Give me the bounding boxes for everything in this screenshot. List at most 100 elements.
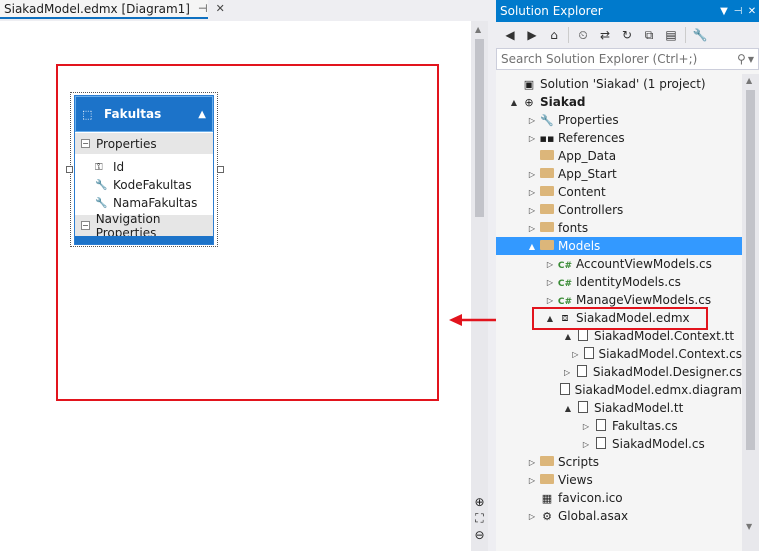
tree-item[interactable]: App_Data	[496, 147, 742, 165]
home-icon[interactable]: ⌂	[546, 28, 562, 42]
show-all-files-icon[interactable]: ▤	[663, 28, 679, 42]
panel-title: Solution Explorer	[500, 4, 603, 18]
tree-item[interactable]: ▷ SiakadModel.Context.cs	[496, 345, 742, 363]
file-icon	[558, 382, 572, 398]
tree-item[interactable]: ▲ Models	[496, 237, 742, 255]
folder-icon	[538, 149, 556, 163]
expander-icon[interactable]: ▷	[526, 170, 538, 179]
tree-item-label: fonts	[558, 221, 589, 235]
collapse-all-icon[interactable]: ⧉	[641, 28, 657, 43]
csharp-file-icon: C#	[557, 260, 573, 271]
tree-item[interactable]: ▷ Controllers	[496, 201, 742, 219]
tree-item[interactable]: ▷ C# AccountViewModels.cs	[496, 255, 742, 273]
tree-vertical-scrollbar[interactable]: ▲ ▼	[742, 74, 759, 551]
tree-item-label: References	[558, 131, 625, 145]
chevron-down-icon[interactable]: ▼	[746, 55, 754, 64]
web-project-icon: ⊕	[524, 95, 534, 109]
expander-icon[interactable]: ▷	[526, 188, 538, 197]
pin-icon[interactable]: ⊣	[198, 2, 208, 15]
history-icon[interactable]: ⏲	[575, 28, 591, 43]
tree-item[interactable]: ▷ Views	[496, 471, 742, 489]
search-input[interactable]: Search Solution Explorer (Ctrl+;) ⚲ ▼	[496, 48, 759, 70]
expander-icon[interactable]: ▷	[526, 206, 538, 215]
canvas-vertical-scrollbar[interactable]: ▲	[471, 21, 488, 551]
tree-item-label: SiakadModel.Context.tt	[594, 329, 735, 343]
close-tab-icon[interactable]: ✕	[216, 2, 225, 15]
tree-item-label: ManageViewModels.cs	[576, 293, 712, 307]
document-tab-title: SiakadModel.edmx [Diagram1]	[4, 1, 190, 16]
expander-icon[interactable]: ▷	[580, 440, 592, 449]
tree-item[interactable]: ▷ Content	[496, 183, 742, 201]
tree-item-label: App_Data	[558, 149, 617, 163]
zoom-in-icon[interactable]: ⊕	[474, 495, 484, 509]
document-tab[interactable]: SiakadModel.edmx [Diagram1] ⊣ ✕	[0, 0, 225, 19]
expander-icon[interactable]: ▷	[544, 296, 556, 305]
csharp-file-icon: C#	[557, 278, 573, 289]
expander-icon[interactable]: ▷	[526, 116, 538, 125]
expander-icon[interactable]: ▲	[526, 242, 538, 251]
tree-item[interactable]: ▷ C# IdentityModels.cs	[496, 273, 742, 291]
back-icon[interactable]: ◀	[502, 28, 518, 42]
auto-hide-icon[interactable]: ⊣	[731, 6, 745, 17]
tree-item[interactable]: ▦ favicon.ico	[496, 489, 742, 507]
tree-item[interactable]: SiakadModel.edmx.diagram	[496, 381, 742, 399]
search-placeholder: Search Solution Explorer (Ctrl+;)	[501, 52, 698, 66]
tree-item[interactable]: ▷ Fakultas.cs	[496, 417, 742, 435]
expander-icon[interactable]: ▷	[526, 134, 538, 143]
solution-explorer-titlebar[interactable]: Solution Explorer ▼ ⊣ ✕	[496, 0, 759, 22]
expander-icon[interactable]: ▷	[544, 260, 556, 269]
scroll-up-icon[interactable]: ▲	[475, 25, 481, 34]
search-icon[interactable]: ⚲	[737, 52, 746, 66]
forward-icon[interactable]: ▶	[524, 28, 540, 42]
tree-item[interactable]: ▷ Scripts	[496, 453, 742, 471]
wrench-icon: 🔧	[540, 113, 554, 127]
tree-item[interactable]: ▷ ▪▪ References	[496, 129, 742, 147]
expander-icon[interactable]: ▷	[580, 422, 592, 431]
annotation-box-designer	[56, 64, 439, 401]
references-icon: ▪▪	[539, 131, 555, 145]
global-asax-icon: ⚙	[542, 509, 552, 523]
expander-icon[interactable]: ▲	[562, 332, 574, 341]
tree-item[interactable]: ▷ ⚙ Global.asax	[496, 507, 742, 525]
expander-icon[interactable]: ▲	[508, 98, 520, 107]
csharp-file-icon: C#	[557, 296, 573, 307]
properties-wrench-icon[interactable]: 🔧	[692, 28, 708, 42]
refresh-icon[interactable]: ↻	[619, 28, 635, 42]
tree-item-label: SiakadModel.cs	[612, 437, 705, 451]
scrollbar-thumb[interactable]	[475, 39, 484, 217]
tree-item-label: App_Start	[558, 167, 617, 181]
sync-icon[interactable]: ⇄	[597, 28, 613, 42]
scrollbar-thumb[interactable]	[746, 90, 755, 450]
fit-to-window-icon[interactable]: ⛶	[475, 511, 483, 526]
file-icon	[573, 364, 591, 380]
tree-item-label: Properties	[558, 113, 619, 127]
expander-icon[interactable]: ▷	[526, 458, 538, 467]
expander-icon[interactable]: ▲	[562, 404, 574, 413]
folder-icon	[538, 473, 556, 487]
expander-icon[interactable]: ▷	[561, 368, 573, 377]
tree-item[interactable]: ▷ SiakadModel.Designer.cs	[496, 363, 742, 381]
tree-item[interactable]: ▷ SiakadModel.cs	[496, 435, 742, 453]
scroll-down-icon[interactable]: ▼	[746, 522, 752, 531]
scroll-up-icon[interactable]: ▲	[746, 76, 752, 85]
expander-icon[interactable]: ▷	[526, 512, 538, 521]
folder-icon	[538, 221, 556, 235]
expander-icon[interactable]: ▷	[526, 224, 538, 233]
tree-item-label: Views	[558, 473, 593, 487]
tree-item-label: favicon.ico	[558, 491, 623, 505]
panel-splitter[interactable]	[488, 0, 496, 551]
tree-item[interactable]: ▲ SiakadModel.tt	[496, 399, 742, 417]
dropdown-icon[interactable]: ▼	[717, 6, 731, 17]
zoom-tools: ⊕ ⛶ ⊖	[471, 495, 488, 542]
tree-item[interactable]: ▣ Solution 'Siakad' (1 project)	[496, 75, 742, 93]
tree-item[interactable]: ▷ App_Start	[496, 165, 742, 183]
tree-item[interactable]: ▲ ⊕ Siakad	[496, 93, 742, 111]
zoom-out-icon[interactable]: ⊖	[474, 528, 484, 542]
expander-icon[interactable]: ▷	[526, 476, 538, 485]
expander-icon[interactable]: ▷	[570, 350, 581, 359]
close-panel-icon[interactable]: ✕	[745, 6, 759, 17]
solution-icon: ▣	[523, 77, 535, 91]
tree-item[interactable]: ▷ 🔧 Properties	[496, 111, 742, 129]
tree-item[interactable]: ▷ fonts	[496, 219, 742, 237]
expander-icon[interactable]: ▷	[544, 278, 556, 287]
